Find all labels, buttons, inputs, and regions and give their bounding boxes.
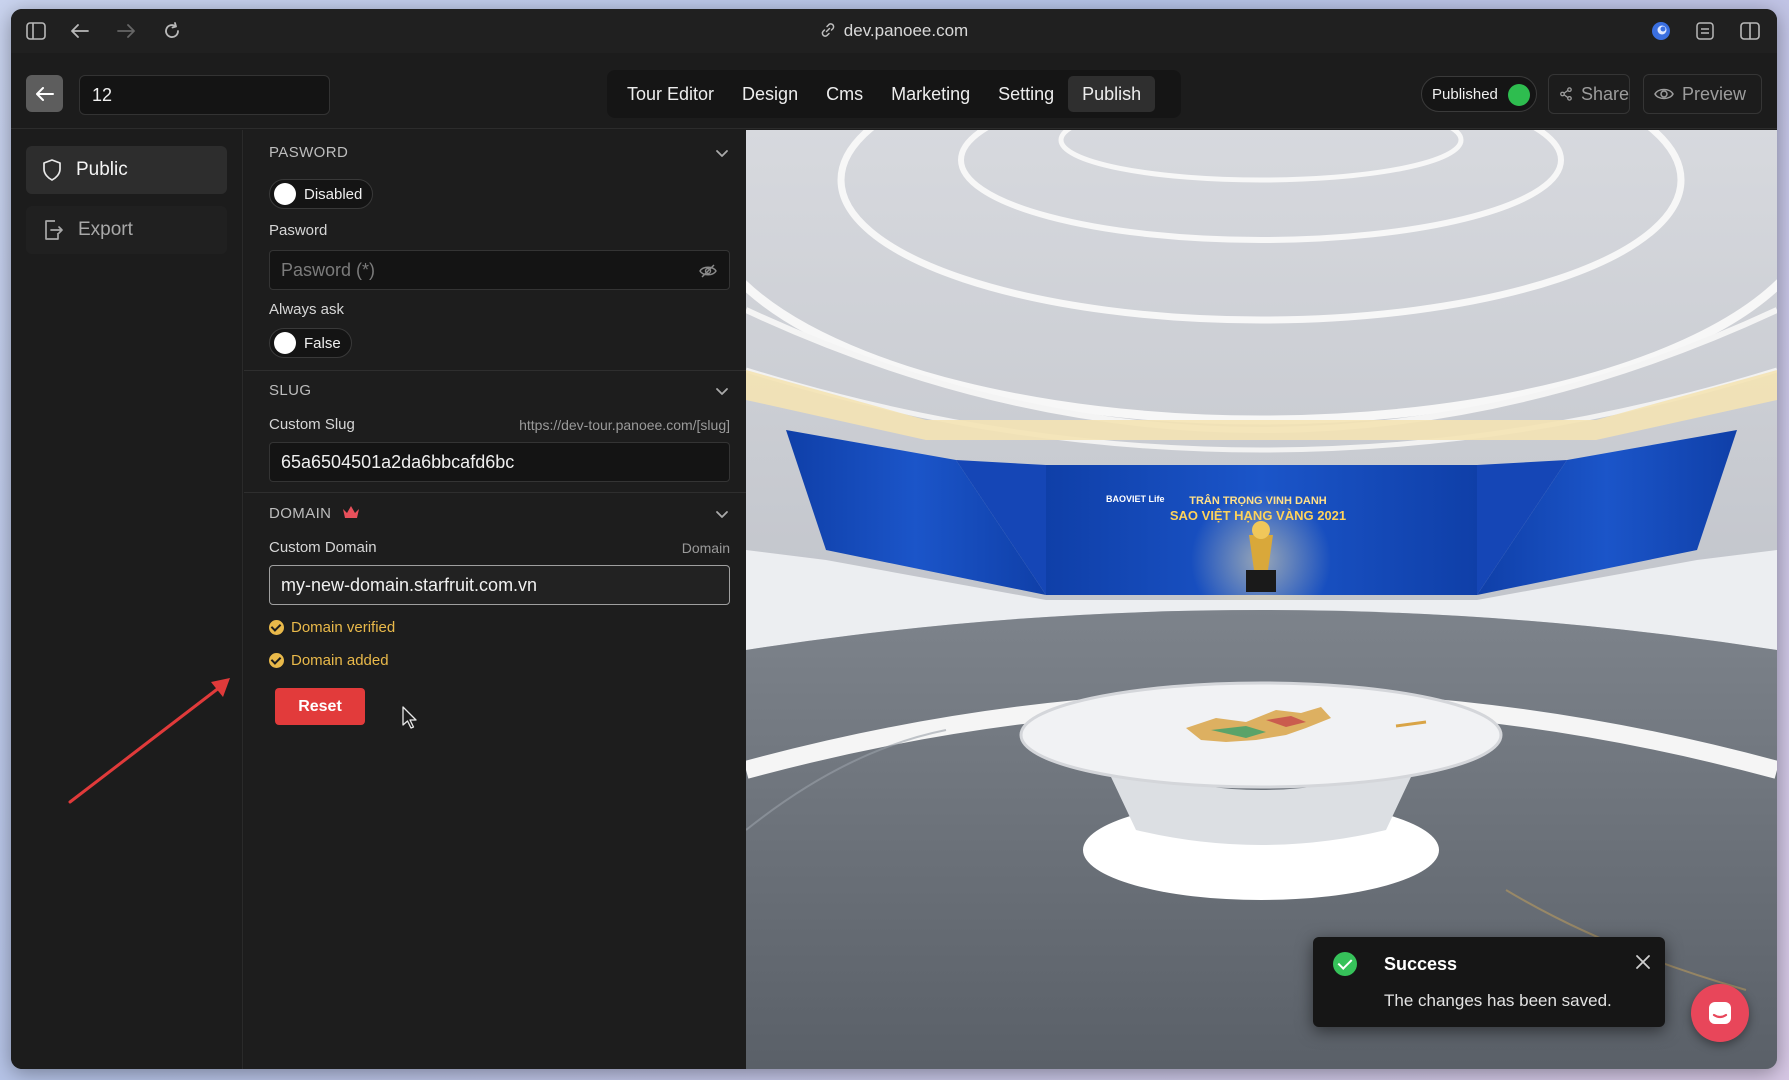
status-text: Domain added [291,652,389,669]
publish-sidebar: Public Export [11,130,243,1069]
share-label: Share [1580,83,1629,104]
chat-icon [1709,1002,1731,1024]
showroom-scene-image: BAOVIET Life TRÂN TRỌNG VINH DANH SAO VI… [746,130,1777,1069]
crown-icon [342,506,359,518]
chevron-down-icon[interactable] [714,384,730,400]
toast-message: The changes has been saved. [1384,991,1612,1010]
sidebar-item-public[interactable]: Public [26,146,227,194]
section-divider [244,370,746,371]
browser-toolbar: dev.panoee.com [11,9,1777,53]
chevron-down-icon[interactable] [714,507,730,523]
slug-input[interactable]: 65a6504501a2da6bbcafd6bc [269,442,730,482]
share-button[interactable]: Share [1548,74,1630,114]
toggle-knob [274,183,296,205]
extension-icon[interactable] [1650,20,1672,42]
password-field-label: Pasword [269,222,328,239]
toast-title: Success [1384,954,1458,974]
sidebar-item-export[interactable]: Export [26,206,227,254]
check-circle-icon [269,653,284,668]
password-section-title: PASWORD [269,144,349,161]
preview-button[interactable]: Preview [1643,74,1762,114]
published-label: Published [1432,86,1498,103]
tab-design[interactable]: Design [728,76,812,112]
close-icon[interactable] [1635,954,1651,970]
eye-icon [1654,88,1674,100]
chevron-down-icon[interactable] [714,146,730,162]
published-status-dot [1508,84,1530,106]
tour-preview-viewport[interactable]: BAOVIET Life TRÂN TRỌNG VINH DANH SAO VI… [746,130,1777,1069]
banner-line-2: SAO VIỆT HẠNG VÀNG 2021 [1170,508,1346,523]
domain-added-status: Domain added [269,652,389,669]
main-tabs: Tour Editor Design Cms Marketing Setting… [607,70,1181,118]
check-circle-icon [269,620,284,635]
annotation-arrow [68,678,230,804]
address-bar[interactable]: dev.panoee.com [11,21,1777,41]
password-input[interactable]: Pasword (*) [269,250,730,290]
mouse-cursor-icon [402,706,417,729]
split-view-icon[interactable] [1739,20,1761,42]
always-ask-toggle[interactable]: False [269,328,352,358]
status-text: Domain verified [291,619,396,636]
tab-publish[interactable]: Publish [1068,76,1156,112]
export-icon [45,220,63,240]
password-placeholder: Pasword (*) [281,260,376,280]
tab-setting[interactable]: Setting [984,76,1068,112]
password-enabled-toggle[interactable]: Disabled [269,179,374,209]
tab-marketing[interactable]: Marketing [877,76,984,112]
always-ask-label: Always ask [269,301,345,318]
section-divider [244,492,746,493]
custom-slug-label: Custom Slug [269,416,355,433]
back-button[interactable] [26,75,63,112]
eye-off-icon[interactable] [699,262,717,280]
shield-icon [43,159,61,181]
browser-window: dev.panoee.com 12 Tour Editor Design Cms… [11,9,1777,1069]
sidebar-item-label: Public [76,159,128,180]
domain-input[interactable]: my-new-domain.starfruit.com.vn [269,565,730,605]
toggle-label: False [304,334,341,352]
toggle-label: Disabled [304,185,363,203]
banner-line-1: TRÂN TRỌNG VINH DANH [1189,494,1327,507]
domain-verified-status: Domain verified [269,619,395,636]
domain-section-title: DOMAIN [269,505,360,522]
url-text: dev.panoee.com [843,21,969,40]
slug-url-hint: https://dev-tour.panoee.com/[slug] [519,417,730,433]
share-icon [1560,87,1572,101]
reset-button[interactable]: Reset [275,688,365,725]
slug-section-title: SLUG [269,382,312,399]
app-header: 12 Tour Editor Design Cms Marketing Sett… [11,53,1777,129]
published-toggle[interactable]: Published [1421,76,1537,112]
translate-icon[interactable] [1694,20,1716,42]
arrow-left-icon [35,86,54,101]
sidebar-item-label: Export [78,219,133,240]
tab-tour-editor[interactable]: Tour Editor [613,76,728,112]
success-toast: Success The changes has been saved. [1313,937,1665,1027]
custom-domain-label: Custom Domain [269,539,377,556]
banner-logo-text: BAOVIET Life [1106,494,1165,504]
link-icon [821,23,835,37]
publish-settings-panel: PASWORD Disabled Pasword Pasword (*) Alw… [244,130,746,1069]
domain-title-text: DOMAIN [269,505,332,522]
domain-hint: Domain [681,540,730,556]
toggle-knob [274,332,296,354]
preview-label: Preview [1682,83,1747,104]
check-circle-icon [1333,952,1357,976]
chat-support-button[interactable] [1691,984,1749,1042]
tour-name-input[interactable]: 12 [79,75,330,115]
tab-cms[interactable]: Cms [812,76,877,112]
